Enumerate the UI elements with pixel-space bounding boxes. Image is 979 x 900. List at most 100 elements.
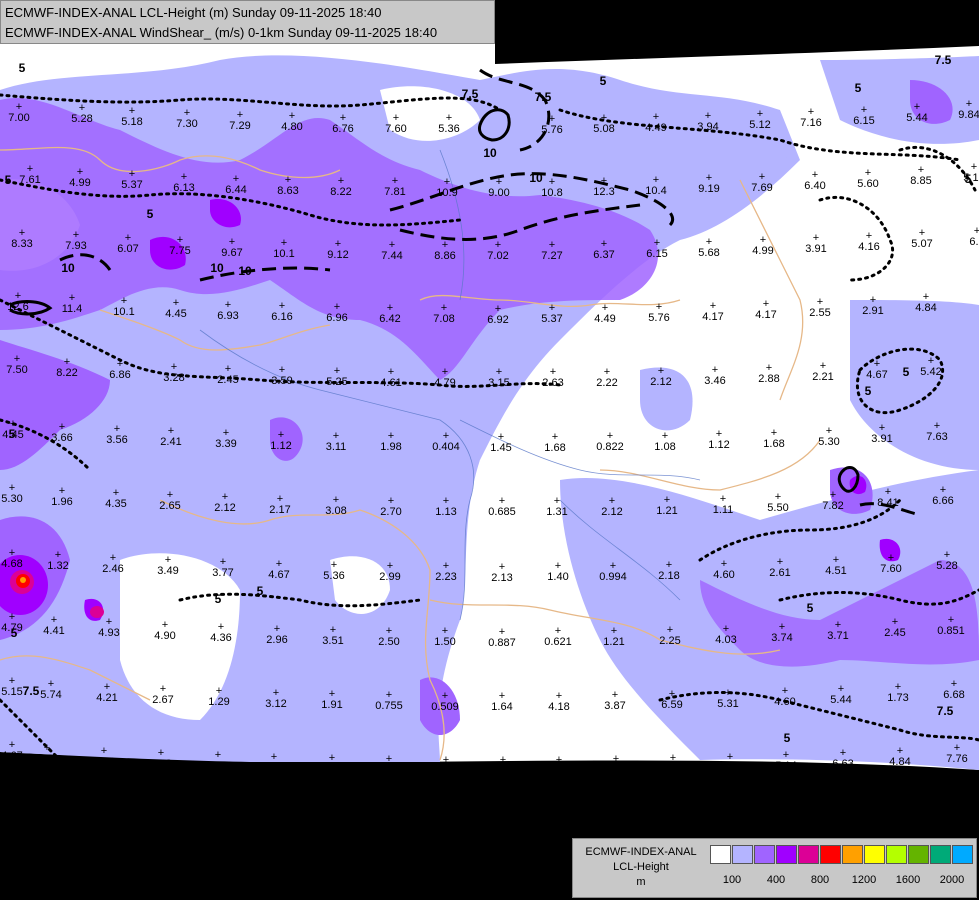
index-value: 0.755 <box>375 700 403 712</box>
grid-cross: + <box>813 232 819 244</box>
grid-cross: + <box>944 549 950 561</box>
index-value: 1.98 <box>380 441 401 453</box>
grid-cross: + <box>838 683 844 695</box>
grid-cross: + <box>861 104 867 116</box>
grid-cross: + <box>334 301 340 313</box>
index-value: 3.13 <box>150 758 171 770</box>
grid-cross: + <box>442 625 448 637</box>
contour-label: 10 <box>210 261 224 275</box>
grid-cross: + <box>77 166 83 178</box>
grid-cross: + <box>879 422 885 434</box>
index-value: 2.61 <box>769 567 790 579</box>
grid-cross: + <box>499 561 505 573</box>
index-value: 5.31 <box>717 698 738 710</box>
map-header: ECMWF-INDEX-ANAL LCL-Height (m) Sunday 0… <box>0 0 495 44</box>
grid-cross: + <box>223 427 229 439</box>
grid-cross: + <box>117 358 123 370</box>
grid-cross: + <box>51 614 57 626</box>
grid-cross: + <box>500 754 506 766</box>
grid-cross: + <box>442 366 448 378</box>
index-value: 5.30 <box>1 493 22 505</box>
contour-label: 7.5 <box>462 87 479 101</box>
index-value: 6.59 <box>661 699 682 711</box>
index-value: 5.76 <box>541 124 562 136</box>
index-value: 4.51 <box>825 565 846 577</box>
grid-cross: + <box>104 681 110 693</box>
grid-cross: + <box>766 362 772 374</box>
grid-cross: + <box>720 493 726 505</box>
grid-cross: + <box>653 174 659 186</box>
grid-cross: + <box>919 227 925 239</box>
legend-swatch <box>820 845 841 864</box>
legend-swatches <box>710 845 974 864</box>
index-value: 7.82 <box>822 500 843 512</box>
index-value: 2.12 <box>214 502 235 514</box>
grid-cross: + <box>611 625 617 637</box>
grid-cross: + <box>866 230 872 242</box>
index-value: 0.621 <box>544 636 572 648</box>
legend-swatch <box>710 845 731 864</box>
grid-cross: + <box>9 482 15 494</box>
grid-cross: + <box>114 423 120 435</box>
grid-cross: + <box>658 365 664 377</box>
index-value: 6.96 <box>326 312 347 324</box>
contour-label: 5 <box>807 601 814 615</box>
grid-cross: + <box>158 747 164 759</box>
index-value: 2.91 <box>862 305 883 317</box>
index-value: 0.822 <box>596 441 624 453</box>
index-value: 2.41 <box>160 436 181 448</box>
grid-cross: + <box>333 494 339 506</box>
grid-cross: + <box>601 175 607 187</box>
grid-cross: + <box>556 690 562 702</box>
index-value: 6.15 <box>853 115 874 127</box>
index-value: 4.21 <box>96 692 117 704</box>
index-value: 5.60 <box>857 178 878 190</box>
grid-cross: + <box>329 688 335 700</box>
grid-cross: + <box>9 611 15 623</box>
index-value: 2.21 <box>812 371 833 383</box>
contour-label: 5 <box>784 731 791 745</box>
grid-cross: + <box>656 301 662 313</box>
index-value: 1.21 <box>656 505 677 517</box>
grid-cross: + <box>549 302 555 314</box>
index-value: 5.74 <box>40 689 61 701</box>
index-value: 4.17 <box>702 311 723 323</box>
index-value: 6.92 <box>487 314 508 326</box>
grid-cross: + <box>971 161 977 173</box>
index-value: 2.67 <box>152 694 173 706</box>
index-value: 6.76 <box>332 123 353 135</box>
grid-cross: + <box>237 109 243 121</box>
grid-cross: + <box>167 489 173 501</box>
index-value: 3.49 <box>157 565 178 577</box>
legend-tick-label: 100 <box>722 874 742 886</box>
grid-cross: + <box>48 678 54 690</box>
grid-cross: + <box>16 101 22 113</box>
index-value: 3.11 <box>326 441 347 453</box>
index-value: 7.16 <box>800 117 821 129</box>
index-value: 3.94 <box>697 121 718 133</box>
index-value: 3.56 <box>106 434 127 446</box>
header-title-line1: ECMWF-INDEX-ANAL LCL-Height (m) Sunday 0… <box>5 5 382 20</box>
grid-cross: + <box>121 295 127 307</box>
index-value: 1.12 <box>708 439 729 451</box>
grid-cross: + <box>808 106 814 118</box>
index-value: 6.93 <box>217 310 238 322</box>
index-value: 2.55 <box>809 307 830 319</box>
grid-cross: + <box>171 361 177 373</box>
grid-cross: + <box>271 751 277 763</box>
index-value: 4.60 <box>774 696 795 708</box>
grid-cross: + <box>602 302 608 314</box>
index-value: 0.887 <box>488 637 516 649</box>
index-value: 4.67 <box>1 750 22 762</box>
index-value: 1.64 <box>491 701 512 713</box>
index-value: 2.88 <box>758 373 779 385</box>
index-value: 3.91 <box>805 243 826 255</box>
index-value: 4.79 <box>434 377 455 389</box>
grid-cross: + <box>705 110 711 122</box>
index-value: 6.63 <box>832 758 853 770</box>
index-value: 6.44 <box>225 184 246 196</box>
index-value: 7.75 <box>169 245 190 257</box>
legend-tick-label: 1200 <box>851 874 877 886</box>
grid-cross: + <box>338 175 344 187</box>
contour-label: 7.5 <box>937 704 954 718</box>
